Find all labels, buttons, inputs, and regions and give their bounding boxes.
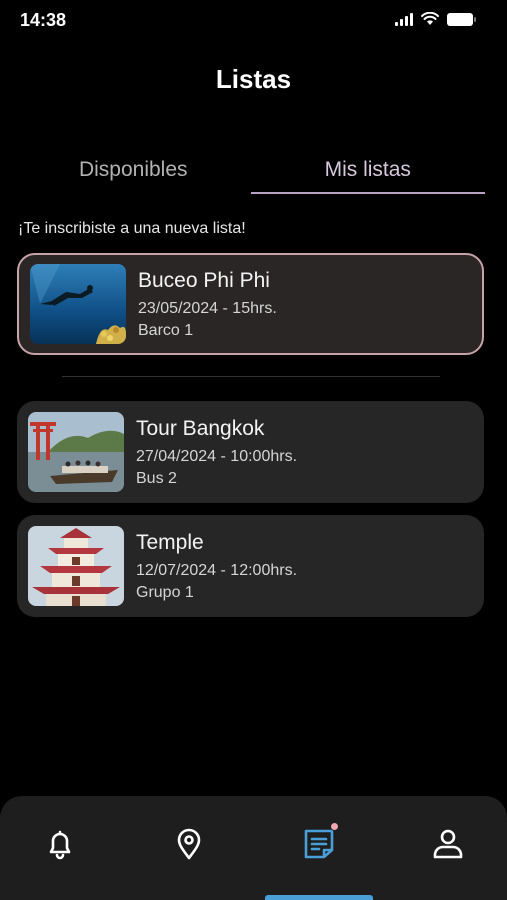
list-card-new[interactable]: Buceo Phi Phi 23/05/2024 - 15hrs. Barco … bbox=[17, 253, 484, 355]
active-tab-indicator bbox=[265, 895, 373, 900]
card-title: Buceo Phi Phi bbox=[138, 268, 270, 292]
card-text: Buceo Phi Phi 23/05/2024 - 15hrs. Barco … bbox=[138, 268, 277, 341]
card-group: Barco 1 bbox=[138, 322, 194, 340]
card-title: Temple bbox=[136, 530, 204, 554]
nav-notifications[interactable] bbox=[40, 824, 80, 864]
page-title: Listas bbox=[215, 64, 292, 94]
bell-icon bbox=[49, 830, 71, 860]
card-date: 27/04/2024 - 10:00hrs. bbox=[136, 447, 298, 465]
card-date: 23/05/2024 - 15hrs. bbox=[138, 299, 277, 317]
nav-map[interactable] bbox=[169, 824, 209, 864]
card-group: Bus 2 bbox=[136, 470, 177, 488]
profile-icon bbox=[433, 829, 463, 859]
card-date: 12/07/2024 - 12:00hrs. bbox=[136, 561, 298, 579]
pagoda-photo bbox=[28, 526, 124, 606]
list-document-icon bbox=[304, 829, 334, 859]
bottom-navigation bbox=[0, 796, 507, 900]
tab-bar: Disponibles Mis listas bbox=[16, 148, 485, 194]
wifi-icon bbox=[421, 12, 439, 25]
signal-icon bbox=[395, 12, 413, 26]
status-icons bbox=[395, 12, 476, 26]
divider bbox=[62, 376, 440, 377]
tab-disponibles[interactable]: Disponibles bbox=[16, 148, 251, 194]
nav-profile[interactable] bbox=[428, 824, 468, 864]
card-title: Tour Bangkok bbox=[136, 416, 265, 440]
list-card[interactable]: Temple 12/07/2024 - 12:00hrs. Grupo 1 bbox=[17, 515, 484, 617]
diver-photo bbox=[30, 264, 126, 344]
card-group: Grupo 1 bbox=[136, 584, 194, 602]
lists-screen: 14:38 Listas Disponibles Mis listas ¡Te … bbox=[0, 0, 507, 900]
tab-mis-listas[interactable]: Mis listas bbox=[250, 148, 485, 194]
location-pin-icon bbox=[177, 828, 201, 860]
card-text: Tour Bangkok 27/04/2024 - 10:00hrs. Bus … bbox=[136, 416, 297, 489]
subscription-notice: ¡Te inscribiste a una nueva lista! bbox=[18, 220, 246, 237]
card-text: Temple 12/07/2024 - 12:00hrs. Grupo 1 bbox=[136, 530, 297, 603]
notification-dot bbox=[330, 822, 339, 831]
river-boat-photo bbox=[28, 412, 124, 492]
status-time: 14:38 bbox=[20, 10, 67, 30]
list-card[interactable]: Tour Bangkok 27/04/2024 - 10:00hrs. Bus … bbox=[17, 401, 484, 503]
nav-lists[interactable] bbox=[299, 822, 339, 864]
status-bar: 14:38 bbox=[0, 0, 507, 40]
battery-icon bbox=[447, 12, 476, 26]
